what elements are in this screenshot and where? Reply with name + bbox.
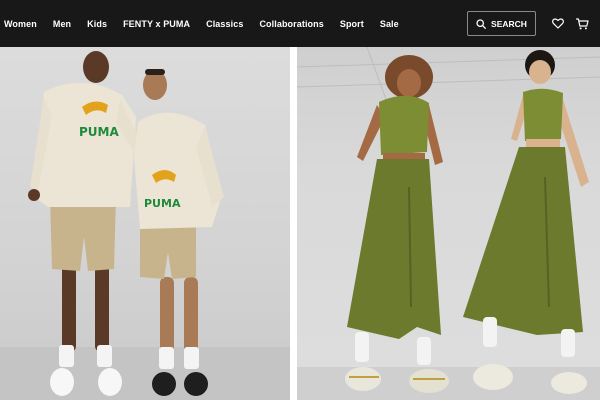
header-actions: SEARCH bbox=[467, 0, 600, 47]
nav-item-women[interactable]: Women bbox=[4, 19, 37, 29]
hero-photo-men: PUMA PUMA bbox=[0, 51, 290, 400]
main-nav: Women Men Kids FENTY x PUMA Classics Col… bbox=[0, 0, 415, 47]
nav-item-kids[interactable]: Kids bbox=[87, 19, 107, 29]
model-man-right: PUMA bbox=[134, 69, 224, 396]
search-button[interactable]: SEARCH bbox=[467, 11, 536, 36]
nav-item-men[interactable]: Men bbox=[53, 19, 71, 29]
hero-tile-women[interactable] bbox=[297, 47, 600, 400]
nav-item-sport[interactable]: Sport bbox=[340, 19, 364, 29]
hoodie-logo-text-2: PUMA bbox=[144, 197, 181, 210]
tile-divider bbox=[290, 47, 297, 400]
cart-button[interactable] bbox=[574, 16, 590, 32]
site-header: Women Men Kids FENTY x PUMA Classics Col… bbox=[0, 0, 600, 47]
heart-icon bbox=[552, 18, 564, 29]
nav-item-fenty-x-puma[interactable]: FENTY x PUMA bbox=[123, 19, 190, 29]
nav-item-collaborations[interactable]: Collaborations bbox=[259, 19, 323, 29]
search-icon bbox=[476, 18, 486, 29]
nav-item-classics[interactable]: Classics bbox=[206, 19, 243, 29]
search-label: SEARCH bbox=[491, 18, 527, 29]
hero-photo-women bbox=[297, 47, 600, 400]
nav-item-sale[interactable]: Sale bbox=[380, 19, 399, 29]
wishlist-button[interactable] bbox=[550, 16, 566, 32]
model-woman-left bbox=[345, 55, 449, 393]
hoodie-logo-text: PUMA bbox=[79, 125, 119, 139]
hero-tile-men[interactable]: PUMA PUMA bbox=[0, 47, 290, 400]
cart-icon bbox=[575, 17, 589, 29]
model-woman-right bbox=[463, 50, 589, 394]
model-man-left: PUMA bbox=[28, 51, 148, 396]
